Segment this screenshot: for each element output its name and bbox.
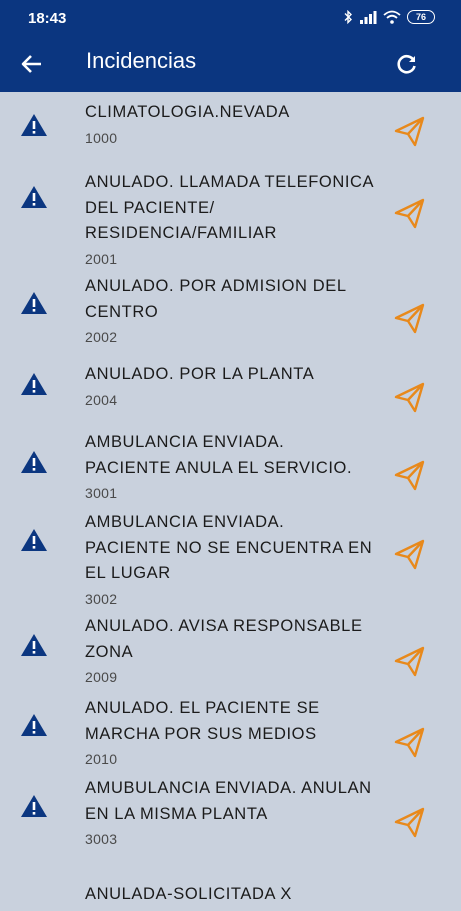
- item-title: AMBULANCIA ENVIADA. PACIENTE ANULA EL SE…: [85, 433, 353, 477]
- send-icon[interactable]: [392, 196, 426, 230]
- send-icon[interactable]: [392, 458, 426, 492]
- bluetooth-icon: [344, 10, 352, 24]
- item-code: 3001: [85, 485, 118, 501]
- item-title: ANULADO. EL PACIENTE SE MARCHA POR SUS M…: [85, 699, 320, 743]
- warning-icon: [21, 373, 47, 395]
- refresh-icon: [397, 54, 416, 74]
- send-icon[interactable]: [392, 301, 426, 335]
- warning-icon: [21, 714, 47, 736]
- item-texts: AMUBULANCIA ENVIADA. ANULAN EN LA MISMA …: [85, 776, 375, 848]
- warning-icon: [21, 529, 47, 551]
- warning-icon: [21, 292, 47, 314]
- item-texts: ANULADO. POR ADMISION DEL CENTRO 2002: [85, 274, 375, 346]
- app-bar: Incidencias: [0, 36, 461, 92]
- send-icon[interactable]: [392, 537, 426, 571]
- send-icon[interactable]: [392, 805, 426, 839]
- item-texts: AMBULANCIA ENVIADA. PACIENTE ANULA EL SE…: [85, 430, 375, 502]
- item-title: ANULADO. POR ADMISION DEL CENTRO: [85, 277, 347, 321]
- arrow-left-icon: [21, 55, 41, 73]
- status-time: 18:43: [28, 10, 67, 27]
- battery-level: 76: [415, 12, 426, 22]
- item-code: 2004: [85, 391, 118, 408]
- item-texts: ANULADA-SOLICITADA X: [85, 882, 375, 911]
- wifi-icon: [383, 10, 401, 24]
- item-code: 3002: [85, 590, 118, 607]
- item-title: CLIMATOLOGIA.NEVADA: [85, 103, 290, 121]
- item-texts: ANULADO. EL PACIENTE SE MARCHA POR SUS M…: [85, 696, 375, 768]
- item-code: 2001: [85, 250, 118, 267]
- back-button[interactable]: [16, 48, 48, 80]
- item-code: 2009: [85, 669, 118, 685]
- warning-icon: [21, 186, 47, 208]
- item-title: ANULADA-SOLICITADA X: [85, 885, 292, 903]
- item-texts: ANULADO. AVISA RESPONSABLE ZONA 2009: [85, 614, 375, 686]
- page-title: Incidencias: [86, 48, 197, 73]
- signal-icon: [360, 10, 377, 24]
- item-title: ANULADO. AVISA RESPONSABLE ZONA: [85, 617, 363, 661]
- item-code: 2002: [85, 329, 118, 345]
- warning-icon: [21, 634, 47, 656]
- item-texts: ANULADO. LLAMADA TELEFONICA DEL PACIENTE…: [85, 170, 375, 268]
- send-icon[interactable]: [392, 644, 426, 678]
- item-title: AMUBULANCIA ENVIADA. ANULAN EN LA MISMA …: [85, 779, 372, 823]
- item-texts: ANULADO. POR LA PLANTA 2004: [85, 362, 375, 409]
- warning-icon: [21, 451, 47, 473]
- item-code: 3003: [85, 831, 118, 847]
- status-bar: 18:43 76: [0, 0, 461, 36]
- status-icons: 76: [343, 10, 435, 24]
- warning-icon: [21, 114, 47, 136]
- item-code: 1000: [85, 129, 118, 146]
- send-icon[interactable]: [392, 380, 426, 414]
- send-icon[interactable]: [392, 725, 426, 759]
- item-title: AMBULANCIA ENVIADA. PACIENTE NO SE ENCUE…: [85, 513, 373, 582]
- warning-icon: [21, 795, 47, 817]
- item-code: 2010: [85, 751, 118, 767]
- send-icon[interactable]: [392, 114, 426, 148]
- item-texts: AMBULANCIA ENVIADA. PACIENTE NO SE ENCUE…: [85, 510, 375, 608]
- battery-icon: 76: [407, 10, 435, 24]
- item-texts: CLIMATOLOGIA.NEVADA 1000: [85, 100, 375, 147]
- item-title: ANULADO. POR LA PLANTA: [85, 365, 315, 383]
- refresh-button[interactable]: [391, 48, 423, 80]
- item-title: ANULADO. LLAMADA TELEFONICA DEL PACIENTE…: [85, 173, 374, 242]
